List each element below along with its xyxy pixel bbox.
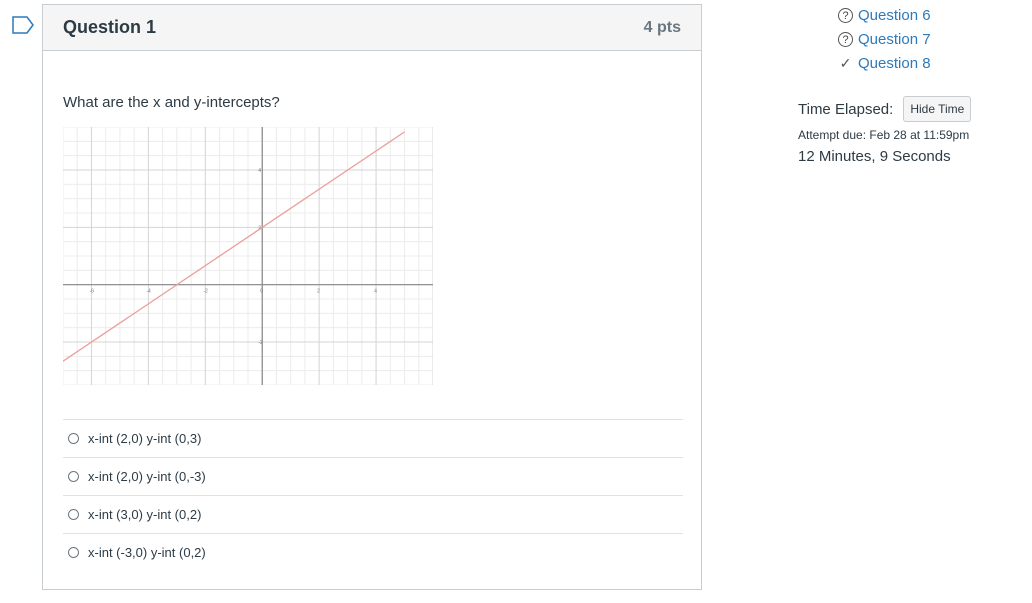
answer-list: x-int (2,0) y-int (0,3) x-int (2,0) y-in… [63, 419, 683, 571]
question-title: Question 1 [63, 17, 157, 37]
answer-option[interactable]: x-int (3,0) y-int (0,2) [63, 495, 683, 533]
question-header: Question 1 4 pts [43, 5, 701, 51]
x-tick-label: 2 [317, 289, 320, 295]
answer-label: x-int (3,0) y-int (0,2) [88, 507, 202, 522]
answer-label: x-int (-3,0) y-int (0,2) [88, 545, 206, 560]
question-points: 4 pts [643, 18, 681, 36]
time-elapsed-label: Time Elapsed: [798, 100, 894, 118]
answer-option[interactable]: x-int (2,0) y-int (0,-3) [63, 457, 683, 495]
question-nav-link[interactable]: ? Question 7 [838, 27, 1028, 51]
y-tick-label: 4 [258, 168, 261, 174]
answer-option[interactable]: x-int (-3,0) y-int (0,2) [63, 533, 683, 571]
x-tick-label: -6 [89, 289, 94, 295]
question-mark-icon: ? [838, 31, 853, 47]
question-nav-link[interactable]: ✓ Question 8 [838, 51, 1028, 75]
question-nav-label[interactable]: Question 8 [858, 55, 931, 72]
question-text: What are the x and y-intercepts? [63, 94, 280, 111]
question-mark-icon: ? [838, 7, 853, 23]
question-nav-link[interactable]: ? Question 6 [838, 3, 1028, 27]
radio-button[interactable] [68, 471, 79, 482]
answer-option[interactable]: x-int (2,0) y-int (0,3) [63, 419, 683, 457]
question-nav-label[interactable]: Question 7 [858, 31, 931, 48]
bookmark-flag-icon[interactable] [12, 16, 34, 34]
hide-time-button[interactable]: Hide Time [903, 96, 972, 122]
question-nav-label[interactable]: Question 6 [858, 7, 931, 24]
radio-button[interactable] [68, 547, 79, 558]
x-tick-label: 4 [374, 289, 377, 295]
y-tick-label: -2 [258, 340, 263, 346]
attempt-due: Attempt due: Feb 28 at 11:59pm [798, 128, 970, 142]
minor-grid [63, 127, 433, 385]
x-tick-label: -4 [146, 289, 151, 295]
radio-button[interactable] [68, 433, 79, 444]
x-tick-label: -2 [203, 289, 208, 295]
x-tick-label: 0 [260, 289, 263, 295]
question-card: Question 1 4 pts What are the x and y-in… [42, 4, 702, 590]
intercept-graph: -6 -4 -2 0 2 442-2 [63, 127, 433, 385]
elapsed-time: 12 Minutes, 9 Seconds [798, 148, 951, 165]
timer-panel: Time Elapsed: Hide Time Attempt due: Feb… [798, 96, 972, 165]
radio-button[interactable] [68, 509, 79, 520]
question-nav-list: ? Question 6 ? Question 7 ✓ Question 8 [838, 3, 1028, 83]
checkmark-icon: ✓ [839, 54, 852, 71]
answer-label: x-int (2,0) y-int (0,3) [88, 431, 202, 446]
answer-label: x-int (2,0) y-int (0,-3) [88, 469, 206, 484]
